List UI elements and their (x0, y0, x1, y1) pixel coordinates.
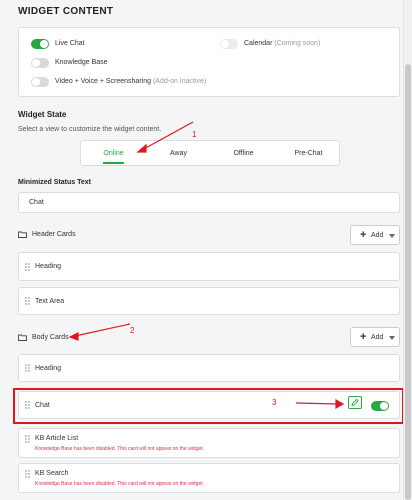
header-cards-add-button[interactable]: + Add (350, 225, 400, 245)
calendar-label: Calendar (Coming soon) (244, 40, 321, 47)
drag-handle-icon[interactable] (25, 364, 30, 373)
folder-icon (18, 334, 27, 341)
live-chat-toggle[interactable] (31, 39, 49, 49)
folder-icon (18, 231, 27, 238)
vertical-scrollbar[interactable] (403, 0, 412, 500)
video-voice-label: Video + Voice + Screensharing (Add-on In… (55, 78, 207, 85)
minimized-status-label: Minimized Status Text (18, 179, 91, 186)
header-card-text-area[interactable]: Text Area (18, 287, 400, 315)
caret-down-icon (389, 234, 395, 238)
kb-disabled-warning: Knowledge Base has been disabled. This c… (35, 481, 204, 487)
header-card-heading[interactable]: Heading (18, 252, 400, 281)
tab-pre-chat[interactable]: Pre-Chat (276, 141, 341, 167)
tab-offline[interactable]: Offline (211, 141, 276, 167)
widget-state-title: Widget State (18, 110, 67, 119)
chat-card-highlight-box (13, 388, 403, 424)
knowledge-base-toggle[interactable] (31, 58, 49, 68)
body-cards-add-button[interactable]: + Add (350, 327, 400, 347)
annotation-arrow (74, 323, 131, 337)
widget-content-panel: WIDGET CONTENT Live Chat Calendar (Comin… (0, 0, 403, 500)
calendar-note: (Coming soon) (274, 40, 321, 47)
annotation-number: 1 (192, 130, 197, 139)
body-cards-label: Body Cards (32, 334, 69, 341)
header-cards-label: Header Cards (32, 231, 76, 238)
card-label: KB Article List (35, 435, 79, 442)
card-label: KB Search (35, 470, 69, 477)
widget-state-subtitle: Select a view to customize the widget co… (18, 126, 162, 133)
card-label: Text Area (35, 298, 65, 305)
annotation-number: 2 (130, 326, 135, 335)
video-voice-toggle[interactable] (31, 77, 49, 87)
widget-state-tabs: Online Away Offline Pre-Chat (80, 140, 340, 166)
tab-away[interactable]: Away (146, 141, 211, 167)
annotation-number: 3 (272, 398, 277, 407)
kb-disabled-warning: Knowledge Base has been disabled. This c… (35, 446, 204, 452)
tab-online[interactable]: Online (81, 141, 146, 167)
caret-down-icon (389, 336, 395, 340)
video-voice-note: (Add-on Inactive) (152, 78, 207, 85)
active-tab-indicator (103, 162, 124, 164)
live-chat-label: Live Chat (55, 40, 85, 47)
drag-handle-icon[interactable] (25, 297, 30, 306)
body-card-kb-search[interactable]: KB Search Knowledge Base has been disabl… (18, 463, 400, 493)
section-title: WIDGET CONTENT (18, 6, 114, 17)
knowledge-base-label: Knowledge Base (55, 59, 108, 66)
content-toggles-card: Live Chat Calendar (Coming soon) Knowled… (18, 27, 400, 97)
calendar-toggle (220, 39, 238, 49)
scrollbar-thumb[interactable] (405, 64, 411, 500)
body-card-heading[interactable]: Heading (18, 354, 400, 382)
drag-handle-icon[interactable] (25, 263, 30, 272)
drag-handle-icon[interactable] (25, 435, 30, 444)
drag-handle-icon[interactable] (25, 470, 30, 479)
body-card-kb-article-list[interactable]: KB Article List Knowledge Base has been … (18, 428, 400, 458)
minimized-status-input[interactable]: Chat (18, 192, 400, 213)
card-label: Heading (35, 263, 62, 270)
card-label: Heading (35, 365, 62, 372)
plus-icon: + (360, 229, 367, 241)
plus-icon: + (360, 331, 367, 343)
